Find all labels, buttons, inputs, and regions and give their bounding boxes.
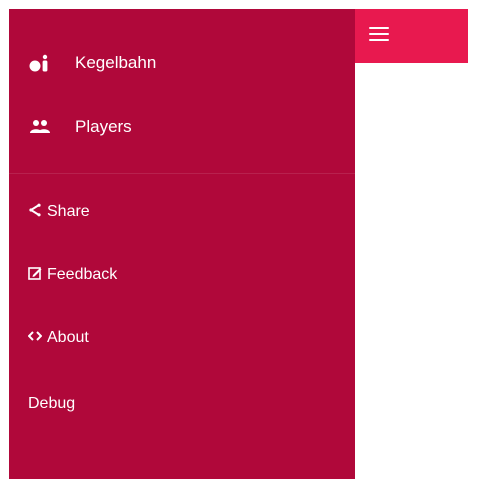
nav-item-players[interactable]: Players [9,105,355,149]
edit-icon [28,267,42,280]
share-icon [29,203,41,217]
nav-item-debug[interactable]: Debug [9,382,355,426]
nav-item-share[interactable]: Share [9,190,355,234]
nav-item-kegelbahn[interactable]: Kegelbahn [9,41,355,85]
navigation-drawer: Kegelbahn Players Share Feedback About D… [9,9,355,479]
hamburger-menu-icon[interactable] [365,19,393,43]
nav-item-about[interactable]: About [9,316,355,360]
nav-item-label: Feedback [47,266,118,283]
nav-item-label: Share [47,203,90,220]
app-frame: Kegelbahn Players Share Feedback About D… [0,0,477,488]
drawer-divider [9,173,355,174]
nav-item-feedback[interactable]: Feedback [9,253,355,297]
nav-item-label: Players [75,117,132,136]
nav-item-label: Kegelbahn [75,53,157,72]
nav-item-label: About [47,329,89,346]
code-brackets-icon [28,331,42,341]
nav-item-about-content: About [28,329,89,347]
app-bar [355,9,468,63]
nav-item-label: Debug [28,395,76,412]
bowling-pins-icon [29,54,48,72]
people-group-icon [30,120,50,133]
nav-item-share-content: Share [28,203,90,221]
nav-item-feedback-content: Feedback [28,266,117,284]
